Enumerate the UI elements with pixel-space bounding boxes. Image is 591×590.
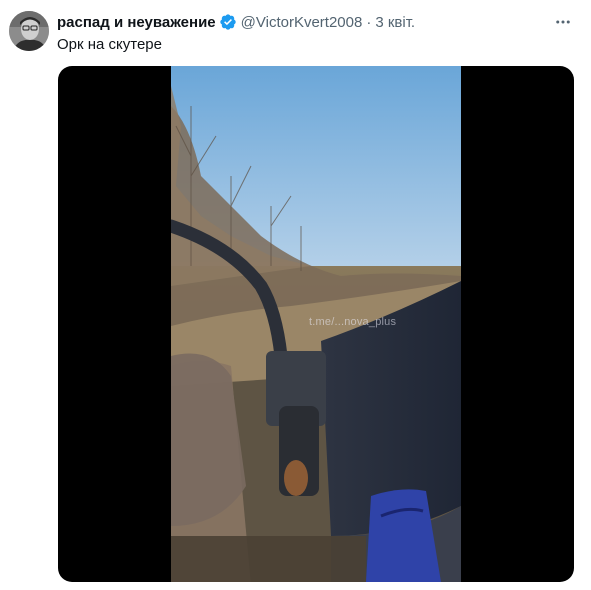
tweet-header: распад и неуважение @VictorKvert2008 · 3… xyxy=(57,12,551,32)
verified-badge-icon xyxy=(219,13,237,31)
tweet-text: Орк на скутере xyxy=(57,36,162,53)
more-dots-icon[interactable] xyxy=(553,12,573,32)
header-separator: · xyxy=(366,13,372,31)
tweet-date[interactable]: 3 квіт. xyxy=(375,14,415,31)
video-frame: t.me/...nova_plus xyxy=(171,66,461,582)
video-media[interactable]: t.me/...nova_plus xyxy=(58,66,574,582)
tweet: распад и неуважение @VictorKvert2008 · 3… xyxy=(0,0,591,590)
author-handle[interactable]: @VictorKvert2008 xyxy=(241,14,363,31)
author-avatar[interactable] xyxy=(9,11,49,51)
author-display-name[interactable]: распад и неуважение xyxy=(57,14,216,31)
avatar-photo xyxy=(9,11,49,51)
video-watermark: t.me/...nova_plus xyxy=(309,316,397,328)
